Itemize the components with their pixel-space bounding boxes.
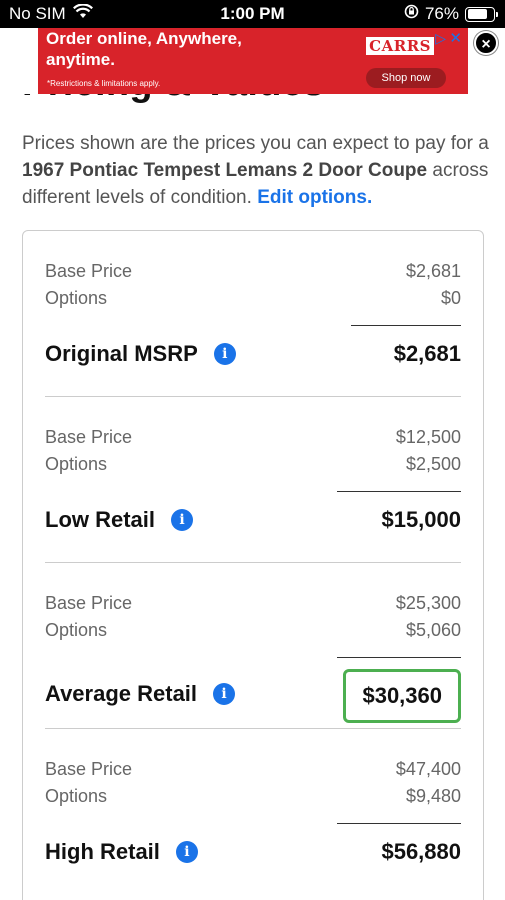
total-label-text: Low Retail [45,507,156,532]
info-icon[interactable]: i [213,343,236,365]
pricing-card: Base Price $2,681 Options $0 Original MS… [22,230,484,900]
total-label: Original MSRP i [45,341,236,367]
subtotal-divider [351,325,461,326]
options-label: Options [45,288,108,308]
total-label-text: High Retail [45,839,160,864]
options-label: Options [45,786,108,806]
options-value: $5,060 [405,620,461,640]
base-price-label: Base Price [45,427,133,447]
ad-shop-now-button[interactable]: Shop now [366,68,446,88]
status-bar: No SIM 1:00 PM 76% [0,0,505,28]
base-price-label: Base Price [45,759,133,779]
pricing-section-high-retail: Base Price $47,400 Options $9,480 High R… [45,729,461,895]
base-price-label: Base Price [45,261,133,281]
total-label: Average Retail i [45,681,236,707]
base-price-value: $12,500 [395,427,461,447]
total-value-highlighted: $30,360 [343,669,461,723]
info-icon[interactable]: i [213,683,236,705]
ad-brand-logo: CARRS [366,37,434,55]
ad-choices-icon[interactable]: ▷ [435,30,446,47]
base-price-value: $2,681 [405,261,461,281]
ad-info-close-icon[interactable]: ✕ [449,29,462,47]
total-row: High Retail i $56,880 [45,831,461,871]
battery-icon [465,6,498,22]
base-price-label: Base Price [45,593,133,613]
edit-options-link[interactable]: Edit options. [257,187,372,208]
ad-fine-print: *Restrictions & limitations apply. [47,79,161,88]
base-price-value: $25,300 [395,593,461,613]
pricing-section-msrp: Base Price $2,681 Options $0 Original MS… [45,231,461,397]
ad-headline: Order online, Anywhere, anytime. [46,29,242,69]
total-value: $15,000 [381,507,461,532]
total-value: $2,681 [393,341,461,366]
total-row: Low Retail i $15,000 [45,499,461,539]
total-row: Original MSRP i $2,681 [45,333,461,373]
subtotal-divider [337,491,461,492]
base-price-value: $47,400 [395,759,461,779]
rotation-lock-icon [404,4,419,24]
subtotal-divider [337,657,461,658]
info-icon[interactable]: i [171,509,194,531]
ad-close-button[interactable]: × [474,31,498,55]
pricing-section-low-retail: Base Price $12,500 Options $2,500 Low Re… [45,397,461,563]
vehicle-name: 1967 Pontiac Tempest Lemans 2 Door Coupe [22,160,428,181]
battery-percent: 76% [424,4,459,23]
total-label-text: Average Retail [45,681,198,706]
subtotal-divider [337,823,461,824]
options-label: Options [45,620,108,640]
options-label: Options [45,454,108,474]
ad-banner-container: Order online, Anywhere, anytime. *Restri… [0,28,505,94]
intro-text: Prices shown are the prices you can expe… [22,130,492,211]
total-value: $56,880 [381,839,461,864]
intro-prefix: Prices shown are the prices you can expe… [22,133,489,154]
ad-banner[interactable]: Order online, Anywhere, anytime. *Restri… [38,28,468,94]
total-row: Average Retail i $30,360 [45,669,461,725]
options-value: $0 [440,288,461,308]
info-icon[interactable]: i [175,841,198,863]
pricing-section-average-retail: Base Price $25,300 Options $5,060 Averag… [45,563,461,729]
status-right: 76% [404,4,498,24]
total-label: Low Retail i [45,507,194,533]
total-label: High Retail i [45,839,198,865]
total-label-text: Original MSRP [45,341,198,366]
options-value: $9,480 [405,786,461,806]
options-value: $2,500 [405,454,461,474]
